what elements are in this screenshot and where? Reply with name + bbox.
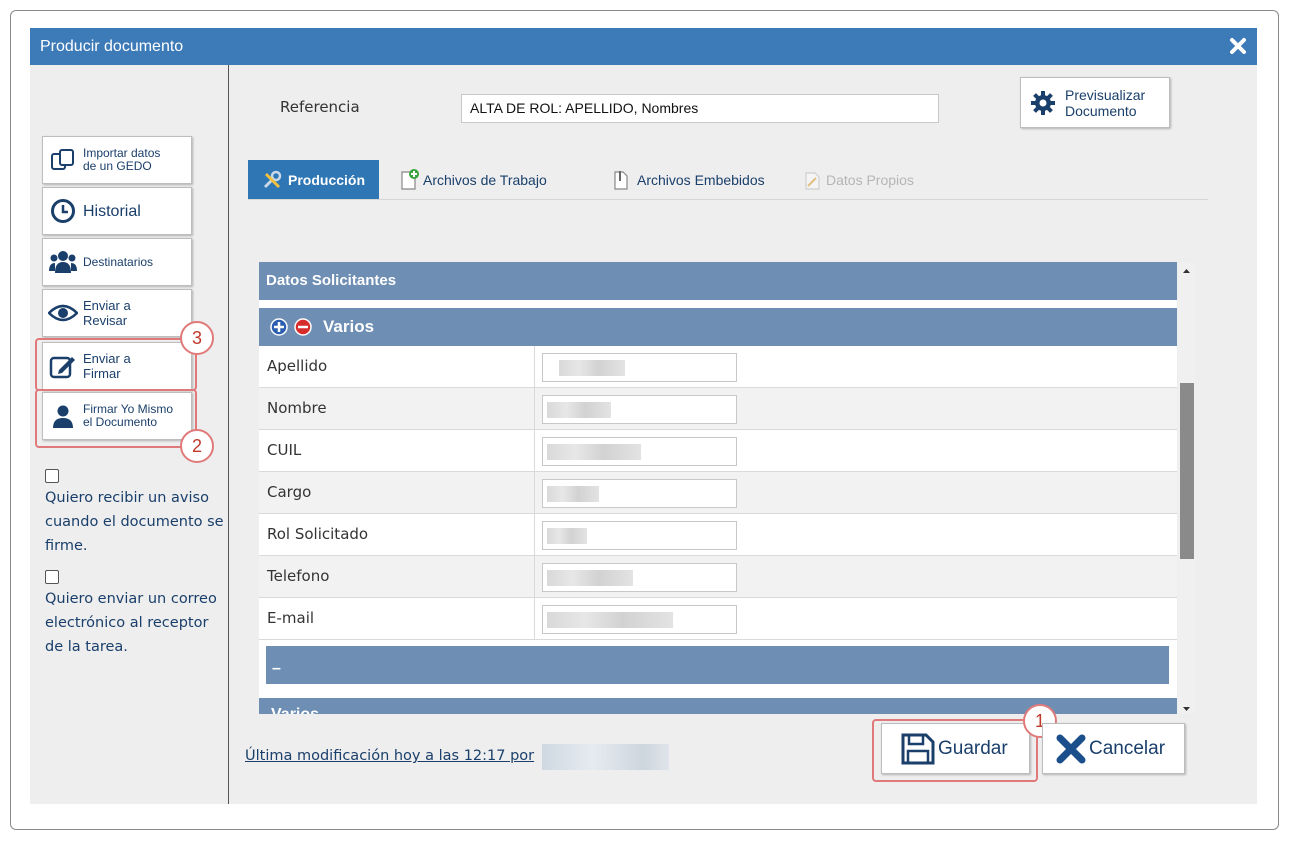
highlight-send-to-sign	[35, 338, 197, 391]
gear-icon	[1021, 90, 1065, 116]
reference-label: Referencia	[280, 98, 360, 116]
import-gedo-button[interactable]: Importar datos de un GEDO	[42, 136, 192, 184]
history-label: Historial	[83, 202, 141, 220]
notify-on-sign-label: Quiero recibir un aviso cuando el docume…	[45, 490, 224, 554]
recipients-label: Destinatarios	[83, 254, 154, 269]
collapsed-subgroup-bar[interactable]: –	[266, 646, 1169, 684]
redacted-value	[547, 528, 587, 544]
last-modified-link[interactable]: Última modificación hoy a las 12:17 por	[245, 748, 534, 764]
redacted-value	[547, 444, 641, 460]
field-label: Telefono	[267, 567, 330, 585]
collapse-icon[interactable]	[293, 317, 313, 337]
redacted-value	[547, 570, 633, 586]
document-icon	[805, 171, 820, 190]
redacted-value	[547, 612, 673, 628]
attachment-file-icon	[614, 170, 628, 190]
import-gedo-label-2: de un GEDO	[83, 159, 152, 173]
copy-icon	[43, 147, 83, 173]
email-receptor-label: Quiero enviar un correo electrónico al r…	[45, 591, 217, 655]
field-label: Nombre	[267, 399, 327, 417]
preview-document-button[interactable]: Previsualizar Documento	[1020, 77, 1170, 128]
tab-archivos-trabajo-label: Archivos de Trabajo	[423, 171, 547, 188]
form-row-telefono: Telefono	[259, 556, 1177, 598]
tab-produccion[interactable]: Producción	[248, 160, 380, 199]
group-header: Varios	[259, 308, 1177, 346]
tab-datos-propios-label: Datos Propios	[826, 171, 914, 188]
form-row-email: E-mail	[259, 598, 1177, 640]
field-label: Cargo	[267, 483, 312, 501]
apellido-field[interactable]	[542, 353, 737, 382]
send-review-label-1: Enviar a	[83, 298, 131, 313]
notify-on-sign-checkbox[interactable]	[45, 469, 59, 483]
highlight-save	[872, 719, 1038, 782]
form-row-cuil: CUIL	[259, 430, 1177, 472]
expand-icon[interactable]	[269, 317, 289, 337]
scroll-down-icon[interactable]	[1178, 702, 1195, 716]
recipients-button[interactable]: Destinatarios	[42, 238, 192, 286]
tab-bar: Producción Archivos de Trabajo Archivos …	[248, 160, 1208, 200]
add-file-icon	[401, 168, 419, 190]
produce-document-dialog: Producir documento Importar datos de un G…	[30, 28, 1257, 804]
nombre-field[interactable]	[542, 395, 737, 424]
email-receptor-checkbox[interactable]	[45, 570, 59, 584]
tab-archivos-embebidos-label: Archivos Embebidos	[637, 171, 765, 188]
cross-icon	[1056, 734, 1086, 763]
form-row-apellido: Apellido	[259, 346, 1177, 388]
redacted-value	[547, 402, 611, 418]
cuil-field[interactable]	[542, 437, 737, 466]
reference-input[interactable]: ALTA DE ROL: APELLIDO, Nombres	[461, 94, 939, 123]
annotation-badge-2: 2	[180, 429, 214, 463]
form-row-cargo: Cargo	[259, 472, 1177, 514]
send-review-label-2: Revisar	[83, 313, 128, 328]
email-field[interactable]	[542, 605, 737, 634]
scrollbar-thumb[interactable]	[1180, 383, 1194, 559]
field-label: Apellido	[267, 357, 328, 375]
tab-datos-propios: Datos Propios	[804, 160, 914, 199]
field-label: CUIL	[267, 441, 302, 459]
cargo-field[interactable]	[542, 479, 737, 508]
annotation-badge-3: 3	[180, 321, 214, 355]
cancel-label: Cancelar	[1089, 737, 1166, 759]
tools-icon	[263, 170, 282, 188]
tab-produccion-label: Producción	[288, 171, 366, 188]
tab-archivos-trabajo[interactable]: Archivos de Trabajo	[400, 160, 547, 199]
scroll-up-icon[interactable]	[1178, 264, 1195, 278]
section-header: Datos Solicitantes	[259, 262, 1177, 300]
form-panel: Datos Solicitantes Varios Apellido Nombr…	[259, 262, 1177, 714]
tab-archivos-embebidos[interactable]: Archivos Embebidos	[613, 160, 765, 199]
field-label: E-mail	[267, 609, 315, 627]
redacted-value	[547, 486, 599, 502]
users-icon	[43, 249, 83, 275]
send-to-review-button[interactable]: Enviar a Revisar	[42, 289, 192, 337]
highlight-sign-myself	[35, 389, 197, 448]
dialog-titlebar: Producir documento	[30, 28, 1257, 65]
left-column-divider	[228, 65, 229, 804]
redacted-user	[542, 744, 669, 770]
cancel-button[interactable]: Cancelar	[1042, 723, 1185, 774]
history-button[interactable]: Historial	[42, 187, 192, 235]
rol-solicitado-field[interactable]	[542, 521, 737, 550]
eye-icon	[43, 303, 83, 323]
preview-label-1: Previsualizar	[1065, 86, 1146, 103]
form-row-rol-solicitado: Rol Solicitado	[259, 514, 1177, 556]
dialog-title: Producir documento	[40, 38, 184, 55]
field-label: Rol Solicitado	[267, 525, 369, 543]
telefono-field[interactable]	[542, 563, 737, 592]
group-title: Varios	[323, 317, 375, 336]
close-icon[interactable]	[1229, 28, 1247, 65]
preview-label-2: Documento	[1065, 102, 1137, 119]
clock-icon	[43, 198, 83, 224]
redacted-value	[559, 360, 625, 376]
form-row-nombre: Nombre	[259, 388, 1177, 430]
